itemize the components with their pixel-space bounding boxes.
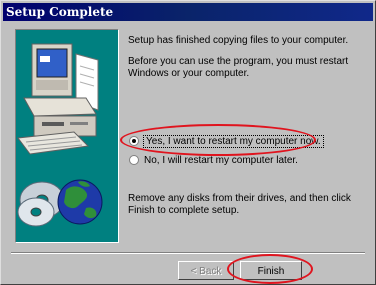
restart-required-text: Before you can use the program, you must…	[128, 56, 349, 79]
setup-complete-dialog: Setup Complete Setup has finished copyin…	[0, 0, 376, 285]
restart-later-option[interactable]: No, I will restart my computer later.	[129, 153, 298, 167]
globe-icon	[57, 179, 103, 225]
computer-icon	[17, 43, 99, 155]
window-title: Setup Complete	[6, 5, 114, 19]
remove-disks-text: Remove any disks from their drives, and …	[128, 193, 351, 216]
restart-now-label[interactable]: Yes, I want to restart my computer now.	[143, 134, 324, 148]
button-separator	[11, 252, 365, 254]
restart-now-option[interactable]: Yes, I want to restart my computer now.	[129, 134, 324, 148]
restart-now-radio[interactable]	[129, 136, 139, 146]
restart-later-label[interactable]: No, I will restart my computer later.	[144, 155, 298, 166]
computer-illustration	[17, 43, 103, 227]
title-bar: Setup Complete	[3, 3, 373, 21]
finish-button[interactable]: Finish	[240, 261, 302, 280]
setup-illustration	[15, 29, 119, 243]
restart-later-radio[interactable]	[129, 155, 139, 165]
back-button[interactable]: < Back	[178, 261, 234, 280]
disks-icon	[17, 181, 65, 227]
setup-finished-text: Setup has finished copying files to your…	[128, 35, 349, 46]
